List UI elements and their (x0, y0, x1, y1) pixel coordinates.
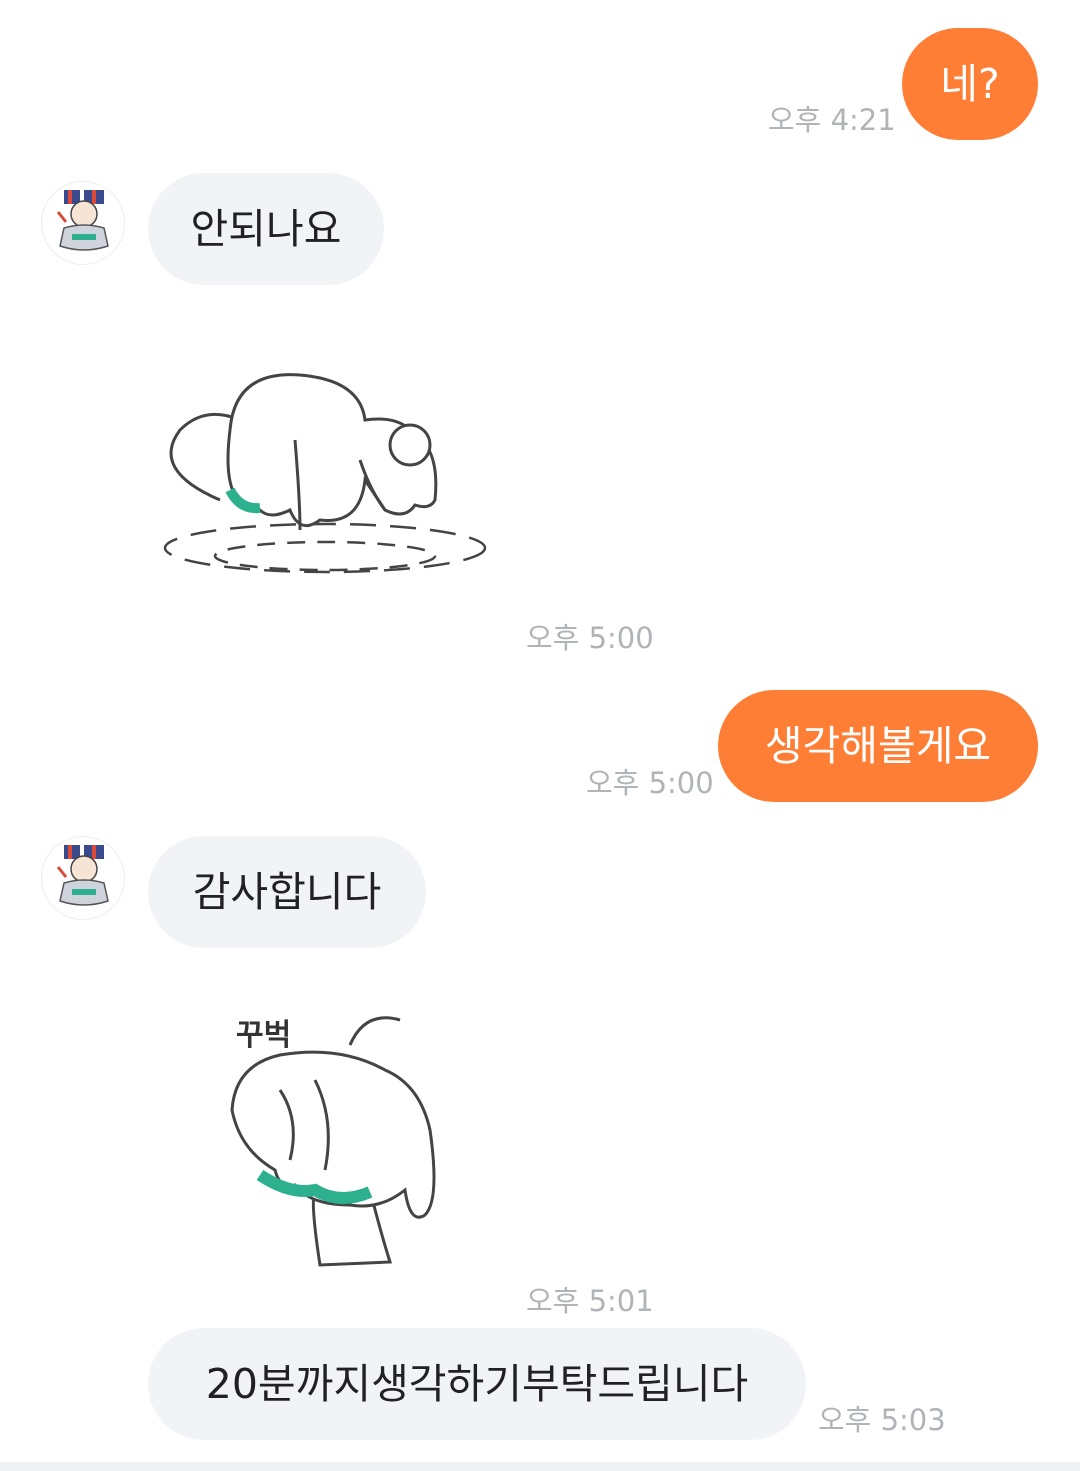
message-time: 오후 4:21 (768, 103, 896, 137)
bow-sticker[interactable]: 꾸벅 (220, 1000, 450, 1270)
message-time: 오후 5:03 (818, 1403, 946, 1437)
avatar-image (56, 845, 109, 906)
sent-message-bubble[interactable]: 네? (902, 28, 1038, 140)
message-time: 오후 5:00 (586, 766, 714, 800)
sent-message-bubble[interactable]: 생각해볼게요 (718, 690, 1038, 802)
bowing-bear-sticker[interactable] (160, 360, 505, 590)
received-message-bubble[interactable]: 안되나요 (148, 173, 384, 285)
received-message-bubble[interactable]: 20분까지생각하기부탁드립니다 (148, 1328, 806, 1440)
message-time: 오후 5:00 (526, 621, 654, 655)
bottom-divider (0, 1462, 1080, 1471)
sender-avatar[interactable] (41, 836, 125, 920)
message-time: 오후 5:01 (526, 1284, 654, 1318)
received-message-bubble[interactable]: 감사합니다 (148, 836, 426, 948)
sender-avatar[interactable] (41, 181, 125, 265)
sticker-caption: 꾸벅 (236, 1018, 292, 1053)
avatar-image (56, 190, 109, 251)
